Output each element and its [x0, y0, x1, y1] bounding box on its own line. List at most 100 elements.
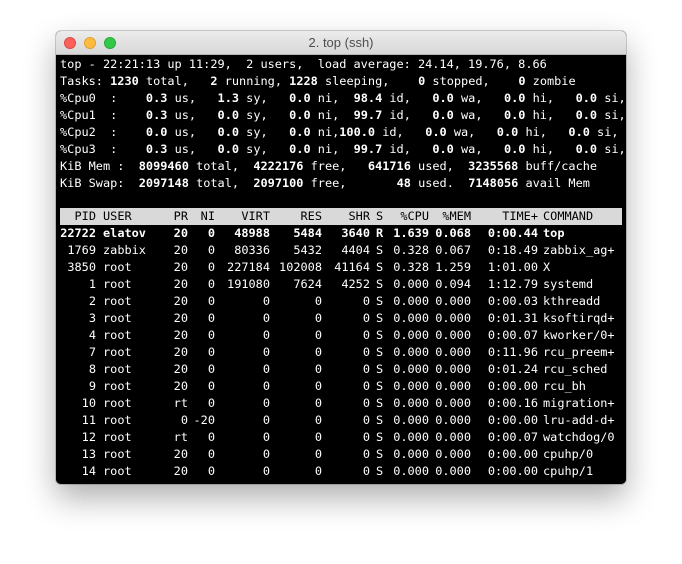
col-shr: 0	[362, 447, 370, 461]
col-virt: 0	[262, 396, 270, 410]
col-time: 0:18.49	[487, 243, 538, 257]
col-virt: 0	[262, 362, 270, 376]
process-row[interactable]: 12 root rt 0 0 0 0 S 0.000 0.000 0:00.07 watchdog/0	[60, 429, 622, 446]
process-row[interactable]: 8 root 20 0 0 0 0 S 0.000 0.000 0:01.24 rcu_sched	[60, 361, 622, 378]
col-pr-header: PR	[173, 209, 188, 223]
col-pid: 13	[81, 447, 96, 461]
col-cpu: 0.328	[393, 243, 429, 257]
col-mem: 0.067	[435, 243, 471, 257]
col-user: root	[103, 345, 132, 359]
col-pr: 20	[173, 447, 188, 461]
col-s: S	[376, 260, 384, 274]
col-pr: 20	[173, 345, 188, 359]
col-res: 102008	[279, 260, 322, 274]
col-pid: 3	[88, 311, 96, 325]
col-res: 7624	[293, 277, 322, 291]
col-ni: 0	[207, 311, 215, 325]
col-ni: 0	[207, 379, 215, 393]
col-pid: 1	[88, 277, 96, 291]
process-row[interactable]: 4 root 20 0 0 0 0 S 0.000 0.000 0:00.07 kworker/0+	[60, 327, 622, 344]
col-ni: -20	[193, 413, 215, 427]
process-row[interactable]: 2 root 20 0 0 0 0 S 0.000 0.000 0:00.03 kthreadd	[60, 293, 622, 310]
col-time: 0:00.00	[487, 447, 538, 461]
col-virt: 0	[262, 311, 270, 325]
col-s: S	[376, 396, 384, 410]
col-command: ksoftirqd+	[543, 311, 615, 325]
cpu-label: %Cpu0 :	[60, 91, 118, 105]
swap-free: 2097100	[253, 176, 304, 190]
swap-avail-label: avail Mem	[525, 176, 590, 190]
swap-used: 48	[396, 176, 411, 190]
mem-line: KiB Mem : 8099460 total, 4222176 free, 6…	[60, 158, 597, 175]
col-res: 0	[314, 430, 322, 444]
col-command: top	[543, 226, 565, 240]
col-ni: 0	[207, 396, 215, 410]
col-ni: 0	[207, 328, 215, 342]
col-ni: 0	[207, 345, 215, 359]
col-virt: 0	[262, 345, 270, 359]
cpu-sy-value: 0.0	[217, 142, 240, 156]
tasks-label: Tasks:	[60, 74, 103, 88]
process-row[interactable]: 10 root rt 0 0 0 0 S 0.000 0.000 0:00.16 migration+	[60, 395, 622, 412]
col-cpu: 0.000	[393, 413, 429, 427]
col-command: rcu_sched	[543, 362, 608, 376]
process-row[interactable]: 1769 zabbix 20 0 80336 5432 4404 S 0.328 0.067 0:1…	[60, 242, 622, 259]
process-row[interactable]: 14 root 20 0 0 0 0 S 0.000 0.000 0:00.00 cpuhp/1	[60, 463, 622, 480]
process-row[interactable]: 13 root 20 0 0 0 0 S 0.000 0.000 0:00.00 cpuhp/0	[60, 446, 622, 463]
col-ni: 0	[207, 464, 215, 478]
col-command: watchdog/0	[543, 430, 615, 444]
terminal-output[interactable]: top - 22:21:13 up 11:29, 2 users, load a…	[56, 55, 626, 484]
col-pid: 12	[81, 430, 96, 444]
col-ni: 0	[207, 277, 215, 291]
cpu-id-value: 99.7	[353, 142, 383, 156]
col-virt: 0	[262, 294, 270, 308]
col-pid: 1769	[67, 243, 96, 257]
process-table-header[interactable]: PID USER PR NI VIRT RES SHR S %CPU %MEM TIME+ COMMA…	[60, 208, 622, 225]
col-cpu: 0.000	[393, 396, 429, 410]
col-pr: rt	[173, 396, 188, 410]
col-virt: 48988	[234, 226, 270, 240]
mem-free-label: free,	[310, 159, 347, 173]
process-row[interactable]: 7 root 20 0 0 0 0 S 0.000 0.000 0:11.96 rcu_preem+	[60, 344, 622, 361]
cpu-id-value: 99.7	[353, 108, 383, 122]
window-title: 2. top (ssh)	[308, 35, 374, 50]
process-row[interactable]: 1 root 20 0 191080 7624 4252 S 0.000 0.094 1:12.79…	[60, 276, 622, 293]
swap-total: 2097148	[138, 176, 189, 190]
process-row[interactable]: 11 root 0 -20 0 0 0 S 0.000 0.000 0:00.00 lru-add-d…	[60, 412, 622, 429]
process-row[interactable]: 3850 root 20 0 227184 102008 41164 S 0.328 1.259 1…	[60, 259, 622, 276]
col-time: 1:12.79	[487, 277, 538, 291]
col-mem: 1.259	[435, 260, 471, 274]
cpu-label: %Cpu1 :	[60, 108, 118, 122]
col-cpu: 0.000	[393, 362, 429, 376]
col-ni: 0	[207, 260, 215, 274]
col-user: root	[103, 260, 132, 274]
col-shr: 0	[362, 396, 370, 410]
col-s: S	[376, 311, 384, 325]
cpu-si-value: 0.0	[575, 142, 598, 156]
swap-total-label: total,	[196, 176, 240, 190]
col-pid: 4	[88, 328, 96, 342]
col-pid: 22722	[60, 226, 96, 240]
col-mem: 0.000	[435, 447, 471, 461]
col-user: root	[103, 447, 132, 461]
process-row[interactable]: 9 root 20 0 0 0 0 S 0.000 0.000 0:00.00 rcu_bh	[60, 378, 622, 395]
col-pr: 20	[173, 243, 188, 257]
col-s-header: S	[376, 209, 384, 223]
col-cpu-header: %CPU	[400, 209, 429, 223]
cpu-si-value: 0.0	[575, 108, 598, 122]
col-virt: 0	[262, 430, 270, 444]
col-shr: 0	[362, 311, 370, 325]
col-ni: 0	[207, 294, 215, 308]
col-time: 0:00.07	[487, 328, 538, 342]
col-time: 0:00.03	[487, 294, 538, 308]
col-shr: 0	[362, 345, 370, 359]
col-user: root	[103, 396, 132, 410]
process-row[interactable]: 3 root 20 0 0 0 0 S 0.000 0.000 0:01.31 ksoftirqd+	[60, 310, 622, 327]
title-bar[interactable]: 2. top (ssh)	[56, 31, 626, 55]
process-row[interactable]: 22722 elatov 20 0 48988 5484 3640 R 1.639 0.068 0:…	[60, 225, 622, 242]
tasks-sleeping: 1228	[289, 74, 318, 88]
col-user: elatov	[103, 226, 146, 240]
tasks-stopped-label: stopped,	[432, 74, 490, 88]
col-cpu: 1.639	[393, 226, 429, 240]
col-user: root	[103, 328, 132, 342]
